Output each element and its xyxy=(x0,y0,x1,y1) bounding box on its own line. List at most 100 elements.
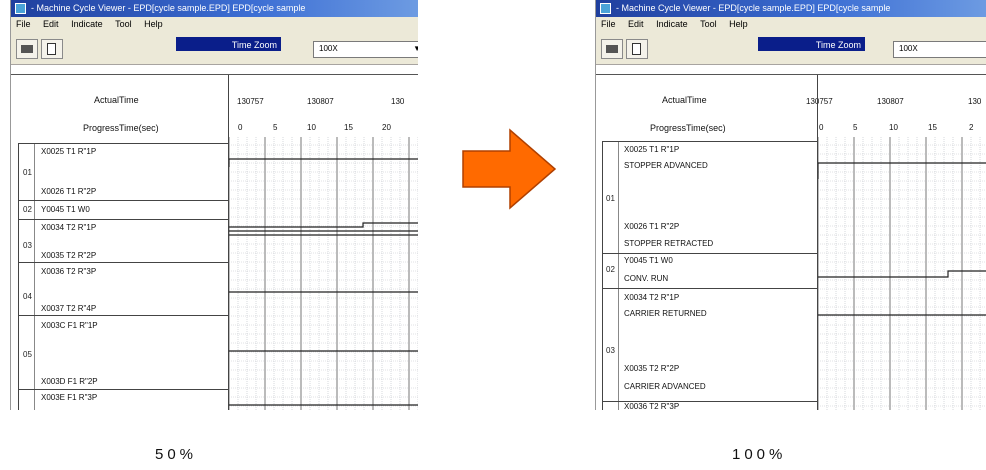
time-tick: 130807 xyxy=(307,97,334,106)
divider xyxy=(18,200,228,201)
actual-time-label: ActualTime xyxy=(662,95,707,105)
app-icon xyxy=(15,3,26,14)
signal-label: X0037 T2 R"4P xyxy=(41,304,97,313)
menu-tool[interactable]: Tool xyxy=(695,17,722,29)
time-tick: 130757 xyxy=(237,97,264,106)
window-title: - Machine Cycle Viewer - EPD[cycle sampl… xyxy=(31,3,306,13)
row-number: 05 xyxy=(23,350,32,359)
time-zoom-select[interactable]: 100X ▼ xyxy=(313,41,418,58)
menu-help[interactable]: Help xyxy=(139,17,168,29)
divider xyxy=(602,141,817,142)
divider xyxy=(602,288,817,289)
signal-label: CARRIER ADVANCED xyxy=(624,382,706,391)
left-viewer-window: - Machine Cycle Viewer - EPD[cycle sampl… xyxy=(10,0,418,410)
row-number: 03 xyxy=(606,346,615,355)
menu-file[interactable]: File xyxy=(11,17,36,29)
right-viewer-window: - Machine Cycle Viewer - EPD[cycle sampl… xyxy=(595,0,986,410)
preview-icon xyxy=(47,43,56,55)
divider xyxy=(618,141,619,410)
left-menu-bar: File Edit Indicate Tool Help xyxy=(11,17,418,33)
left-toolbar: Time Zoom 100X ▼ xyxy=(11,32,418,65)
row-number: 01 xyxy=(23,168,32,177)
printer-icon xyxy=(21,45,33,53)
row-number: 02 xyxy=(606,265,615,274)
right-chart-area: ActualTime ProgressTime(sec) 130757 1308… xyxy=(596,74,986,410)
time-tick: 130807 xyxy=(877,97,904,106)
row-number: 03 xyxy=(23,241,32,250)
signal-label: X0036 T2 R"3P xyxy=(624,402,680,410)
menu-edit[interactable]: Edit xyxy=(623,17,649,29)
time-tick: 130 xyxy=(968,97,982,106)
divider xyxy=(602,141,603,410)
signal-label: X0034 T2 R"1P xyxy=(41,223,97,232)
progress-time-label: ProgressTime(sec) xyxy=(83,123,159,133)
time-zoom-value: 100X xyxy=(899,44,918,53)
progress-tick: 10 xyxy=(307,123,316,132)
signal-label: STOPPER ADVANCED xyxy=(624,161,708,170)
progress-tick: 15 xyxy=(344,123,353,132)
divider xyxy=(18,143,228,144)
divider xyxy=(18,315,228,316)
timing-chart-grid xyxy=(229,137,418,410)
right-title-bar: - Machine Cycle Viewer - EPD[cycle sampl… xyxy=(596,0,986,17)
divider xyxy=(18,143,19,410)
signal-label: STOPPER RETRACTED xyxy=(624,239,714,248)
signal-label: X0026 T1 R"2P xyxy=(624,222,680,231)
arrow-right-icon xyxy=(462,128,557,210)
print-button[interactable] xyxy=(16,39,38,59)
signal-label: CONV. RUN xyxy=(624,274,669,283)
signal-label: X0035 T2 R"2P xyxy=(41,251,97,260)
preview-button[interactable] xyxy=(626,39,648,59)
progress-tick: 10 xyxy=(889,123,898,132)
time-zoom-select[interactable]: 100X xyxy=(893,41,986,58)
window-title: - Machine Cycle Viewer - EPD[cycle sampl… xyxy=(616,3,891,13)
left-chart-area: ActualTime ProgressTime(sec) 130757 1308… xyxy=(11,74,418,410)
preview-button[interactable] xyxy=(41,39,63,59)
menu-indicate[interactable]: Indicate xyxy=(66,17,108,29)
time-zoom-label: Time Zoom xyxy=(176,37,281,51)
printer-icon xyxy=(606,45,618,53)
time-tick: 130 xyxy=(391,97,405,106)
divider xyxy=(602,253,817,254)
signal-label: X003E F1 R"3P xyxy=(41,393,98,402)
progress-tick: 20 xyxy=(382,123,391,132)
progress-time-label: ProgressTime(sec) xyxy=(650,123,726,133)
time-tick: 130757 xyxy=(806,97,833,106)
divider xyxy=(18,219,228,220)
signal-label: X003C F1 R"1P xyxy=(41,321,98,330)
print-button[interactable] xyxy=(601,39,623,59)
right-toolbar: Time Zoom 100X xyxy=(596,32,986,65)
chevron-down-icon: ▼ xyxy=(413,44,418,53)
menu-help[interactable]: Help xyxy=(724,17,753,29)
menu-tool[interactable]: Tool xyxy=(110,17,137,29)
progress-tick: 0 xyxy=(238,123,243,132)
signal-label: Y0045 T1 W0 xyxy=(41,205,90,214)
time-zoom-value: 100X xyxy=(319,44,338,53)
divider xyxy=(34,143,35,410)
timing-chart-grid xyxy=(818,137,986,410)
menu-indicate[interactable]: Indicate xyxy=(651,17,693,29)
progress-tick: 15 xyxy=(928,123,937,132)
left-title-bar: - Machine Cycle Viewer - EPD[cycle sampl… xyxy=(11,0,418,17)
progress-tick: 5 xyxy=(853,123,858,132)
row-number: 04 xyxy=(23,292,32,301)
app-icon xyxy=(600,3,611,14)
right-menu-bar: File Edit Indicate Tool Help xyxy=(596,17,986,33)
signal-label: X0036 T2 R"3P xyxy=(41,267,97,276)
row-number: 01 xyxy=(606,194,615,203)
menu-file[interactable]: File xyxy=(596,17,621,29)
signal-label: X0025 T1 R"1P xyxy=(41,147,97,156)
preview-icon xyxy=(632,43,641,55)
menu-edit[interactable]: Edit xyxy=(38,17,64,29)
signal-label: X0034 T2 R"1P xyxy=(624,293,680,302)
divider xyxy=(18,262,228,263)
actual-time-label: ActualTime xyxy=(94,95,139,105)
time-zoom-label: Time Zoom xyxy=(758,37,865,51)
signal-label: X0035 T2 R"2P xyxy=(624,364,680,373)
signal-label: X0025 T1 R"1P xyxy=(624,145,680,154)
progress-tick: 5 xyxy=(273,123,278,132)
signal-label: X003D F1 R"2P xyxy=(41,377,98,386)
signal-label: CARRIER RETURNED xyxy=(624,309,707,318)
zoom-caption-right: 100% xyxy=(732,446,787,463)
progress-tick: 2 xyxy=(969,123,974,132)
